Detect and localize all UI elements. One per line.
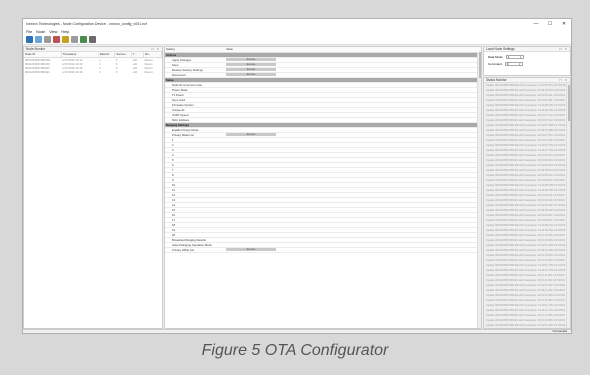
setting-value[interactable]: Execute [225,247,481,253]
refresh-icon[interactable] [53,36,60,43]
status-monitor-panel: Status Monitor ⊓ ✕ Update 0001234567ABCD… [483,77,571,329]
window-controls: — ☐ ✕ [529,21,571,27]
save-icon[interactable] [35,36,42,43]
node-monitor-title: Node Monitor [26,47,46,51]
data-mode-label: Data Mode [488,55,503,59]
command-label: Command [488,62,502,66]
chevron-down-icon: ▼ [518,63,521,66]
data-mode-select[interactable]: 1 ▼ [505,55,524,59]
open-file-icon[interactable] [26,36,33,43]
title-bar: Ixxxxxx Technologies - Node Configuratio… [23,19,571,29]
execute-button[interactable]: Execute [226,132,277,136]
chevron-down-icon: ▼ [519,56,522,59]
node-monitor-panel: Node Monitor ⊓ ✕ Node ID Timestamp Data M.… [23,46,163,329]
connection-status: Connected [552,329,567,333]
status-scroll-thumb[interactable] [567,85,570,121]
undo-icon[interactable] [71,36,78,43]
menu-node[interactable]: Node [36,30,45,34]
setting-label: Privacy White List [165,247,226,253]
status-scrollbar[interactable] [566,83,570,328]
settings-grid: Setting Value Actions Apply Changes Execute… [165,47,481,253]
node-table-body: 0001234567ABCDE 1/17/2019 13:10 1 0 +40 Recon… [24,57,162,74]
menu-help[interactable]: Help [61,30,69,34]
settings-icon[interactable] [44,36,51,43]
settings-row[interactable]: Privacy White List Execute [165,247,481,253]
command-row: Command 0 ▼ [488,62,570,66]
connect-icon[interactable] [80,36,87,43]
settings-grid-body: Actions Apply Changes Execute Save Execute Re… [165,52,481,253]
local-node-settings-title: Local Node Settings [486,47,515,51]
command-select[interactable]: 0 ▼ [504,62,523,66]
window-title: Ixxxxxx Technologies - Node Configuratio… [26,22,147,26]
settings-scrollbar[interactable] [477,52,481,328]
table-cell: 0001234567ABCE1 [25,69,50,74]
local-node-settings-header: Local Node Settings ⊓ ✕ [484,47,570,52]
table-cell: 0 [115,69,118,74]
minimize-icon[interactable]: — [529,21,543,27]
settings-panel: Setting Value Actions Apply Changes Execute… [164,46,482,329]
disconnect-icon[interactable] [89,36,96,43]
status-bar: Connected [23,329,571,333]
table-row[interactable]: 0001234567ABCE1 1/17/2019 13:10 1 0 +40 Recon [24,70,162,74]
pin-close-icon[interactable]: ⊓ ✕ [559,78,568,82]
local-node-settings-panel: Local Node Settings ⊓ ✕ Data Mode 1 ▼ Com… [483,46,571,76]
pin-close-icon[interactable]: ⊓ ✕ [559,47,568,51]
home-icon[interactable] [62,36,69,43]
main-area: Node Monitor ⊓ ✕ Node ID Timestamp Data M.… [23,46,571,329]
table-cell: 1 [99,69,101,74]
execute-button[interactable]: Execute [226,57,277,61]
table-cell: 1/17/2019 13:10 [62,69,83,74]
maximize-icon[interactable]: ☐ [543,21,557,27]
table-cell: +40 [132,69,137,74]
figure-caption: Figure 5 OTA Configurator [201,342,389,359]
node-table: Node ID Timestamp Data M... Succes... T... Ru… [24,52,162,74]
execute-button[interactable]: Execute [226,247,277,251]
status-log[interactable]: Update 0001234567ABCDE with timestamp: 1… [484,83,566,328]
command-value: 0 [506,62,509,66]
data-mode-row: Data Mode 1 ▼ [488,55,570,59]
right-column: Local Node Settings ⊓ ✕ Data Mode 1 ▼ Com… [483,46,571,329]
execute-button[interactable]: Execute [226,67,277,71]
menu-file[interactable]: File [26,30,32,34]
table-cell: Recon [144,69,153,74]
execute-button[interactable]: Execute [226,72,277,76]
execute-button[interactable]: Execute [226,62,277,66]
settings-scroll-thumb[interactable] [478,52,481,78]
app-window: Ixxxxxx Technologies - Node Configuratio… [22,18,572,334]
toolbar [23,35,571,45]
pin-close-icon[interactable]: ⊓ ✕ [151,47,160,51]
status-monitor-title: Status Monitor [486,78,507,82]
close-icon[interactable]: ✕ [557,21,571,27]
menu-view[interactable]: View [49,30,57,34]
data-mode-value: 1 [507,55,510,59]
